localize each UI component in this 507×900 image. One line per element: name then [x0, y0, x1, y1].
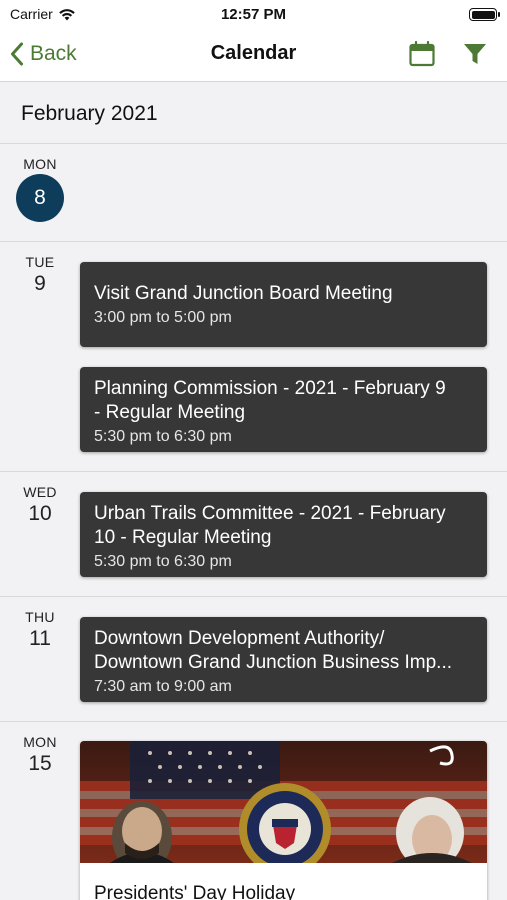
day-of-week: MON — [23, 734, 57, 750]
event-title-line1: Urban Trails Committee - 2021 - February — [94, 503, 446, 524]
event-time: 5:30 pm to 6:30 pm — [94, 428, 232, 445]
status-bar: Carrier 12:57 PM — [0, 0, 507, 28]
day-column: THU 11 — [0, 597, 80, 651]
day-of-week: THU — [25, 609, 55, 625]
event-title-line1: Downtown Development Authority/ — [94, 628, 385, 649]
day-of-week: WED — [23, 484, 57, 500]
day-column: TUE 9 — [0, 242, 80, 296]
event-title: Presidents' Day Holiday — [94, 883, 296, 900]
day-row: WED 10 Urban Trails Committee - 2021 - F… — [0, 472, 507, 597]
filter-icon — [464, 44, 486, 64]
day-column: MON 15 — [0, 722, 80, 776]
month-label: February 2021 — [21, 102, 158, 125]
day-row: THU 11 Downtown Development Authority/ D… — [0, 597, 507, 722]
status-time: 12:57 PM — [220, 6, 287, 23]
event-time: 7:30 am to 9:00 am — [94, 678, 232, 695]
event-title-line2: Downtown Grand Junction Business Imp... — [94, 652, 453, 673]
day-of-week: MON — [23, 156, 57, 172]
battery-icon — [469, 8, 500, 21]
event-title-line2: 10 - Regular Meeting — [94, 527, 272, 548]
day-number: 10 — [28, 502, 52, 525]
calendar-icon — [409, 40, 435, 67]
event-card-with-image[interactable]: Presidents' Day Holiday — [80, 741, 487, 900]
event-title-line2: - Regular Meeting — [94, 402, 246, 423]
event-title: Visit Grand Junction Board Meeting — [94, 283, 393, 304]
event-title-line1: Planning Commission - 2021 - February 9 — [94, 378, 446, 399]
event-card[interactable]: Visit Grand Junction Board Meeting 3:00 … — [80, 262, 487, 347]
day-column: WED 10 — [0, 472, 80, 526]
day-number-today: 8 — [16, 174, 64, 222]
day-number: 9 — [34, 272, 46, 295]
event-card[interactable]: Planning Commission - 2021 - February 9 … — [80, 367, 487, 452]
event-card[interactable]: Urban Trails Committee - 2021 - February… — [80, 492, 487, 577]
day-number: 11 — [29, 627, 51, 650]
day-number: 15 — [28, 752, 52, 775]
calendar-view-button[interactable] — [408, 40, 436, 68]
event-card[interactable]: Downtown Development Authority/ Downtown… — [80, 617, 487, 702]
navigation-bar: Back Calendar — [0, 28, 507, 82]
day-column: MON 8 — [0, 144, 80, 222]
day-row: MON 8 — [0, 144, 507, 242]
event-time: 5:30 pm to 6:30 pm — [94, 553, 232, 570]
month-header: February 2021 — [0, 83, 507, 144]
presidents-day-image — [80, 741, 487, 863]
day-of-week: TUE — [25, 254, 55, 270]
event-time: 3:00 pm to 5:00 pm — [94, 309, 232, 326]
day-row: TUE 9 Visit Grand Junction Board Meeting… — [0, 242, 507, 472]
filter-button[interactable] — [461, 40, 489, 68]
